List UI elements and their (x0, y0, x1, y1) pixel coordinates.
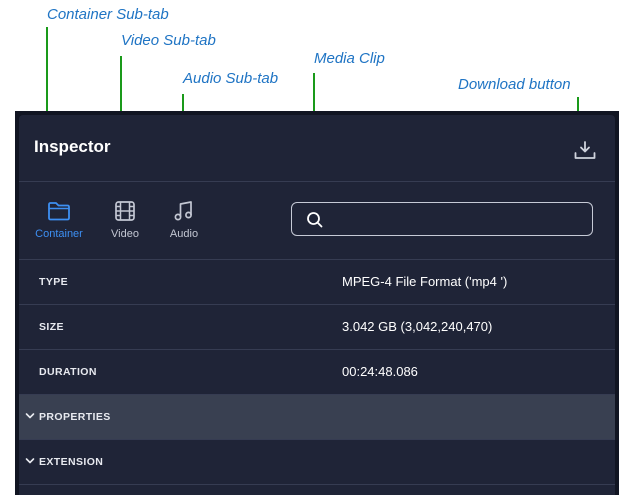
info-value: MPEG-4 File Format ('mp4 ') (342, 274, 508, 289)
download-button[interactable] (572, 139, 598, 161)
callout-video-subtab: Video Sub-tab (121, 32, 216, 49)
inspector-panel: Inspector Container Video Audio TYPE MPE… (15, 111, 619, 495)
media-clip-search[interactable] (291, 202, 593, 236)
info-key: SIZE (39, 321, 64, 333)
folder-icon (48, 202, 70, 221)
info-value: 3.042 GB (3,042,240,470) (342, 319, 493, 334)
inspector-header: Inspector (19, 115, 615, 182)
music-note-icon (174, 201, 192, 221)
info-key: TYPE (39, 276, 69, 288)
section-extension[interactable]: EXTENSION (19, 440, 615, 485)
tab-container-label: Container (35, 228, 83, 240)
chevron-down-icon (25, 413, 35, 419)
tab-audio-label: Audio (169, 228, 199, 240)
info-row-type: TYPE MPEG-4 File Format ('mp4 ') (19, 260, 615, 305)
section-properties-label: PROPERTIES (39, 411, 111, 423)
info-row-size: SIZE 3.042 GB (3,042,240,470) (19, 305, 615, 350)
search-input[interactable] (332, 207, 586, 233)
tab-video-label: Video (111, 228, 139, 240)
tab-audio[interactable]: Audio (154, 200, 214, 240)
inspector-panel-body: Inspector Container Video Audio TYPE MPE… (19, 115, 615, 495)
info-row-duration: DURATION 00:24:48.086 (19, 350, 615, 395)
callout-download-button: Download button (458, 76, 571, 93)
chevron-down-icon (25, 458, 35, 464)
section-extension-label: EXTENSION (39, 456, 104, 468)
film-icon (115, 201, 135, 221)
download-icon (574, 141, 596, 159)
tab-container[interactable]: Container (29, 200, 89, 240)
search-icon (307, 212, 323, 228)
inspector-title: Inspector (34, 137, 111, 156)
info-key: DURATION (39, 366, 97, 378)
info-value: 00:24:48.086 (342, 364, 418, 379)
media-info-table: TYPE MPEG-4 File Format ('mp4 ') SIZE 3.… (19, 259, 615, 485)
callout-container-subtab: Container Sub-tab (47, 6, 169, 23)
section-properties[interactable]: PROPERTIES (19, 395, 615, 440)
callout-audio-subtab: Audio Sub-tab (183, 70, 279, 87)
callout-media-clip: Media Clip (314, 50, 385, 67)
tab-video[interactable]: Video (95, 200, 155, 240)
